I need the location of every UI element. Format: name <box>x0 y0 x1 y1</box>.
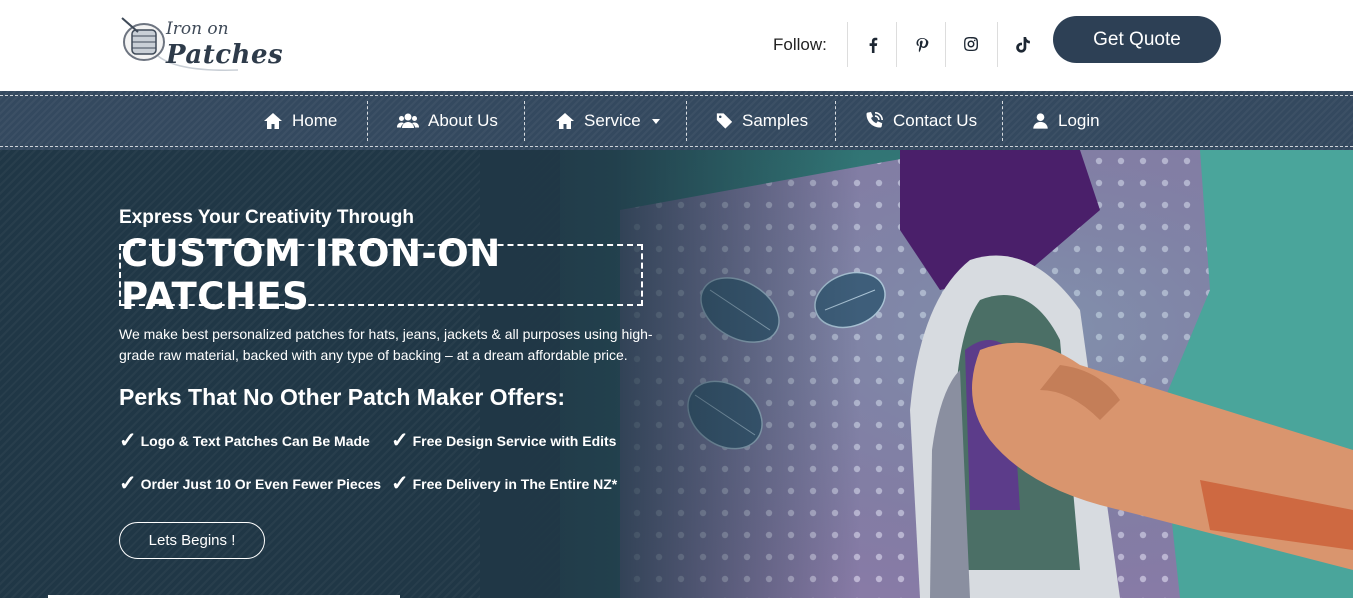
perk-item: ✓ Logo & Text Patches Can Be Made <box>119 430 370 451</box>
hero-title-box: CUSTOM IRON-ON PATCHES <box>119 232 643 318</box>
tiktok-icon <box>1015 36 1030 53</box>
nav-item-samples[interactable]: Samples <box>716 101 808 141</box>
site-header: Iron on Patches Follow: Get Quote <box>0 0 1353 91</box>
perk-label: Logo & Text Patches Can Be Made <box>140 432 370 449</box>
users-icon <box>397 113 419 128</box>
nav-divider <box>524 101 525 141</box>
hero-title: CUSTOM IRON-ON PATCHES <box>121 232 501 318</box>
checkmark-icon: ✓ <box>119 429 137 452</box>
perks-title: Perks That No Other Patch Maker Offers: <box>119 384 566 410</box>
nav-item-label: Samples <box>742 111 809 130</box>
get-quote-button[interactable]: Get Quote <box>1053 16 1221 63</box>
perk-label: Free Delivery in The Entire NZ* <box>412 475 618 492</box>
nav-item-label: About Us <box>428 111 498 130</box>
checkmark-icon: ✓ <box>119 472 137 495</box>
facebook-icon <box>869 37 877 53</box>
nav-item-login[interactable]: Login <box>1032 101 1100 141</box>
home-icon <box>264 113 282 129</box>
instagram-link[interactable] <box>945 22 995 67</box>
nav-item-contact-us[interactable]: Contact Us <box>864 101 977 141</box>
hero-banner: Express Your Creativity Through CUSTOM I… <box>0 150 1353 598</box>
chevron-down-icon <box>651 118 660 124</box>
checkmark-icon: ✓ <box>391 429 409 452</box>
tiktok-link[interactable] <box>997 22 1047 67</box>
logo-text: Iron on <box>166 19 229 39</box>
instagram-icon <box>963 36 978 51</box>
home-icon <box>556 113 574 129</box>
checkmark-icon: ✓ <box>391 472 409 495</box>
logo-text: Patches <box>166 40 284 70</box>
nav-item-label: Contact Us <box>893 111 978 130</box>
user-icon <box>1033 113 1048 129</box>
site-logo[interactable]: Iron on Patches <box>118 10 283 78</box>
perk-label: Order Just 10 Or Even Fewer Pieces <box>140 475 382 492</box>
nav-divider <box>686 101 687 141</box>
facebook-link[interactable] <box>847 22 897 67</box>
phone-icon <box>866 112 883 128</box>
perk-item: ✓ Free Design Service with Edits <box>391 430 616 451</box>
nav-item-label: Home <box>292 111 338 130</box>
lets-begin-button[interactable]: Lets Begins ! <box>119 522 265 559</box>
hero-kicker: Express Your Creativity Through <box>119 207 414 228</box>
hero-description: We make best personalized patches for ha… <box>119 326 653 363</box>
nav-item-about-us[interactable]: About Us <box>397 101 498 141</box>
pinterest-icon <box>916 37 928 52</box>
perk-item: ✓ Free Delivery in The Entire NZ* <box>391 473 617 494</box>
nav-divider <box>1002 101 1003 141</box>
nav-item-home[interactable]: Home <box>263 101 337 141</box>
tag-icon <box>716 113 733 129</box>
follow-label: Follow: <box>773 35 827 54</box>
nav-item-label: Service <box>584 111 641 130</box>
perk-label: Free Design Service with Edits <box>412 432 617 449</box>
perk-item: ✓ Order Just 10 Or Even Fewer Pieces <box>119 473 381 494</box>
nav-item-service[interactable]: Service <box>555 101 660 141</box>
pinterest-link[interactable] <box>896 22 946 67</box>
nav-item-label: Login <box>1058 111 1100 130</box>
nav-divider <box>367 101 368 141</box>
nav-divider <box>835 101 836 141</box>
main-nav: Home About Us Service Samples Contact Us… <box>0 91 1353 150</box>
hero-image-fade <box>480 150 860 598</box>
